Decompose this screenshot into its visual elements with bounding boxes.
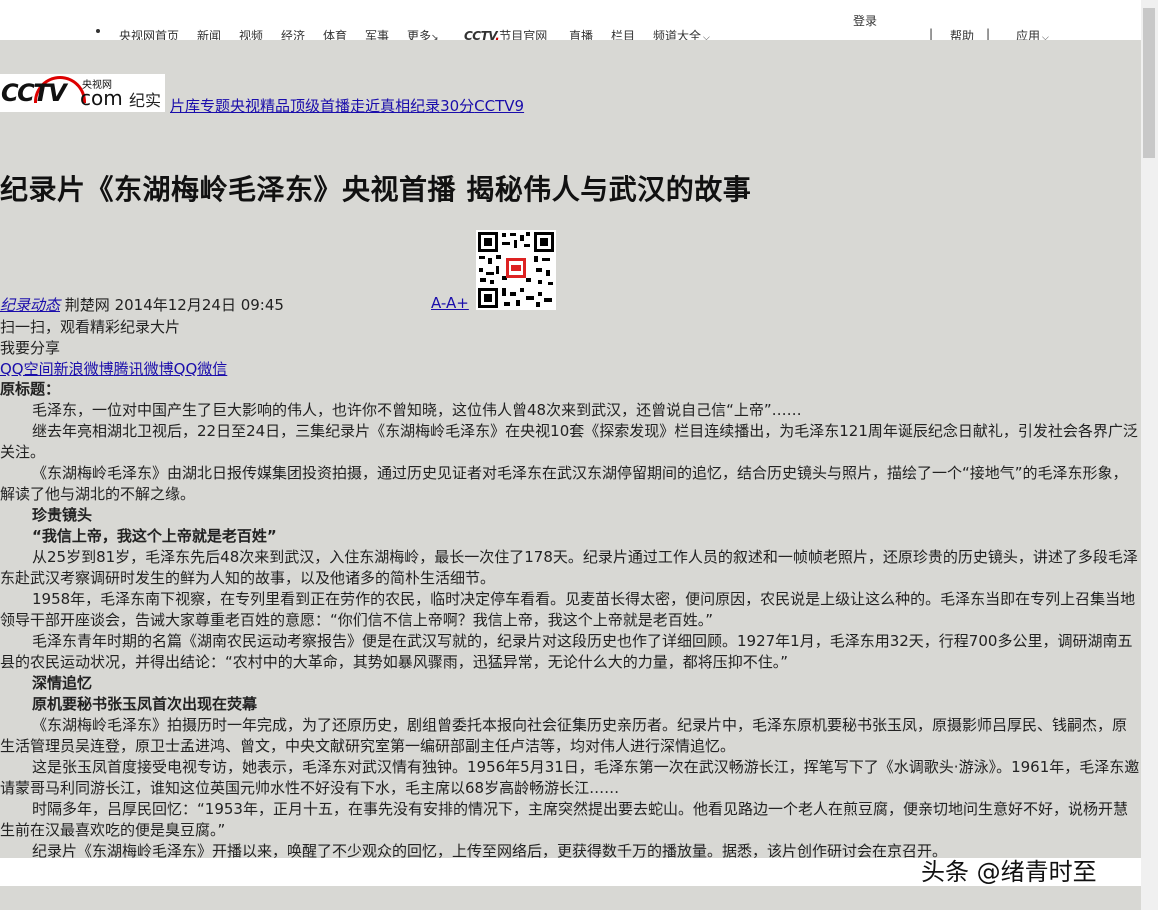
cat-link-cctv9[interactable]: CCTV9 xyxy=(474,97,524,115)
vertical-scrollbar[interactable] xyxy=(1141,0,1158,910)
share-wechat[interactable]: 微信 xyxy=(197,360,227,378)
login-link[interactable]: 登录 xyxy=(853,12,877,29)
font-size-controls[interactable]: A-A+ xyxy=(431,294,469,312)
article-paragraph: 毛泽东，一位对中国产生了巨大影响的伟人，也许你不曾知晓，这位伟人曾48次来到武汉… xyxy=(32,401,802,419)
cat-link-approaching-truth[interactable]: 走近真相 xyxy=(350,97,410,115)
cctv-logo[interactable]: CCTV 央视网 com 纪实 xyxy=(0,74,165,112)
share-tencent-weibo[interactable]: 腾讯微博 xyxy=(114,360,174,378)
category-links: 片库专题央视精品顶级首播走近真相纪录30分CCTV9 xyxy=(170,95,524,116)
orig-title-label: 原标题： xyxy=(0,380,61,398)
article-paragraph: 继去年亮相湖北卫视后，22日至24日，三集纪录片《东湖梅岭毛泽东》在央视10套《… xyxy=(0,422,1138,461)
article-datetime: 2014年12月24日 09:45 xyxy=(114,296,284,314)
scrollbar-thumb[interactable] xyxy=(1143,8,1155,158)
section-heading: 珍贵镜头 xyxy=(32,506,93,524)
share-qzone[interactable]: QQ空间 xyxy=(0,360,54,378)
top-nav: 央视网首页 新闻 视频 经济 体育 军事 更多↘ CCTV.节目官网 直播 栏目… xyxy=(0,0,1141,43)
category-link[interactable]: 纪录动态 xyxy=(0,296,60,314)
page-content: CCTV 央视网 com 纪实 片库专题央视精品顶级首播走近真相纪录30分CCT… xyxy=(0,40,1141,858)
article-title: 纪录片《东湖梅岭毛泽东》央视首播 揭秘伟人与武汉的故事 xyxy=(0,173,752,206)
article-paragraph: 1958年，毛泽东南下视察，在专列里看到正在劳作的农民，临时决定停车看看。见麦苗… xyxy=(0,590,1136,629)
share-qq[interactable]: QQ xyxy=(174,360,198,378)
cat-link-topics[interactable]: 专题 xyxy=(200,97,230,115)
article-paragraph: 《东湖梅岭毛泽东》拍摄历时一年完成，为了还原历史，剧组曾委托本报向社会征集历史亲… xyxy=(0,716,1128,755)
bottom-area xyxy=(0,886,1141,910)
share-sina-weibo[interactable]: 新浪微博 xyxy=(54,360,114,378)
article-paragraph: 时隔多年，吕厚民回忆：“1953年，正月十五，在事先没有安排的情况下，主席突然提… xyxy=(0,800,1128,839)
cctv-logo-com: com xyxy=(80,86,123,110)
cctv-logo-text: CCTV xyxy=(1,79,67,107)
share-label: 我要分享 xyxy=(0,339,61,357)
cat-link-library[interactable]: 片库 xyxy=(170,97,200,115)
article-source: 荆楚网 xyxy=(64,296,110,314)
article-body: 原标题： 毛泽东，一位对中国产生了巨大影响的伟人，也许你不曾知晓，这位伟人曾48… xyxy=(0,379,1141,858)
watermark: 头条 @绪青时至 xyxy=(921,858,1097,886)
qr-code-icon xyxy=(476,230,556,310)
nav-bullet-icon xyxy=(96,29,100,33)
section-subheading: 原机要秘书张玉凤首次出现在荧幕 xyxy=(32,695,258,713)
share-links: QQ空间新浪微博腾讯微博QQ微信 xyxy=(0,358,227,379)
channel-name: 纪实 xyxy=(129,91,162,110)
section-heading: 深情追忆 xyxy=(32,674,93,692)
section-subheading: “我信上帝，我这个上帝就是老百姓” xyxy=(32,527,277,545)
qr-caption: 扫一扫，观看精彩纪录大片 xyxy=(0,318,181,336)
article-meta: 纪录动态 荆楚网 2014年12月24日 09:45 xyxy=(0,294,284,315)
article-paragraph: 从25岁到81岁，毛泽东先后48次来到武汉，入住东湖梅岭，最长一次住了178天。… xyxy=(0,548,1138,587)
nav-separator: | xyxy=(986,27,991,41)
cat-link-premiere[interactable]: 顶级首播 xyxy=(290,97,350,115)
nav-separator: | xyxy=(929,27,934,41)
cat-link-cctv-selection[interactable]: 央视精品 xyxy=(230,97,290,115)
article-paragraph: 毛泽东青年时期的名篇《湖南农民运动考察报告》便是在武汉写就的，纪录片对这段历史也… xyxy=(0,632,1133,671)
cat-link-doc30[interactable]: 纪录30分 xyxy=(410,97,474,115)
article-paragraph: 《东湖梅岭毛泽东》由湖北日报传媒集团投资拍摄，通过历史见证者对毛泽东在武汉东湖停… xyxy=(0,464,1128,503)
qr-code xyxy=(476,230,556,310)
article-paragraph: 这是张玉凤首度接受电视专访，她表示，毛泽东对武汉情有独钟。1956年5月31日，… xyxy=(0,758,1140,797)
